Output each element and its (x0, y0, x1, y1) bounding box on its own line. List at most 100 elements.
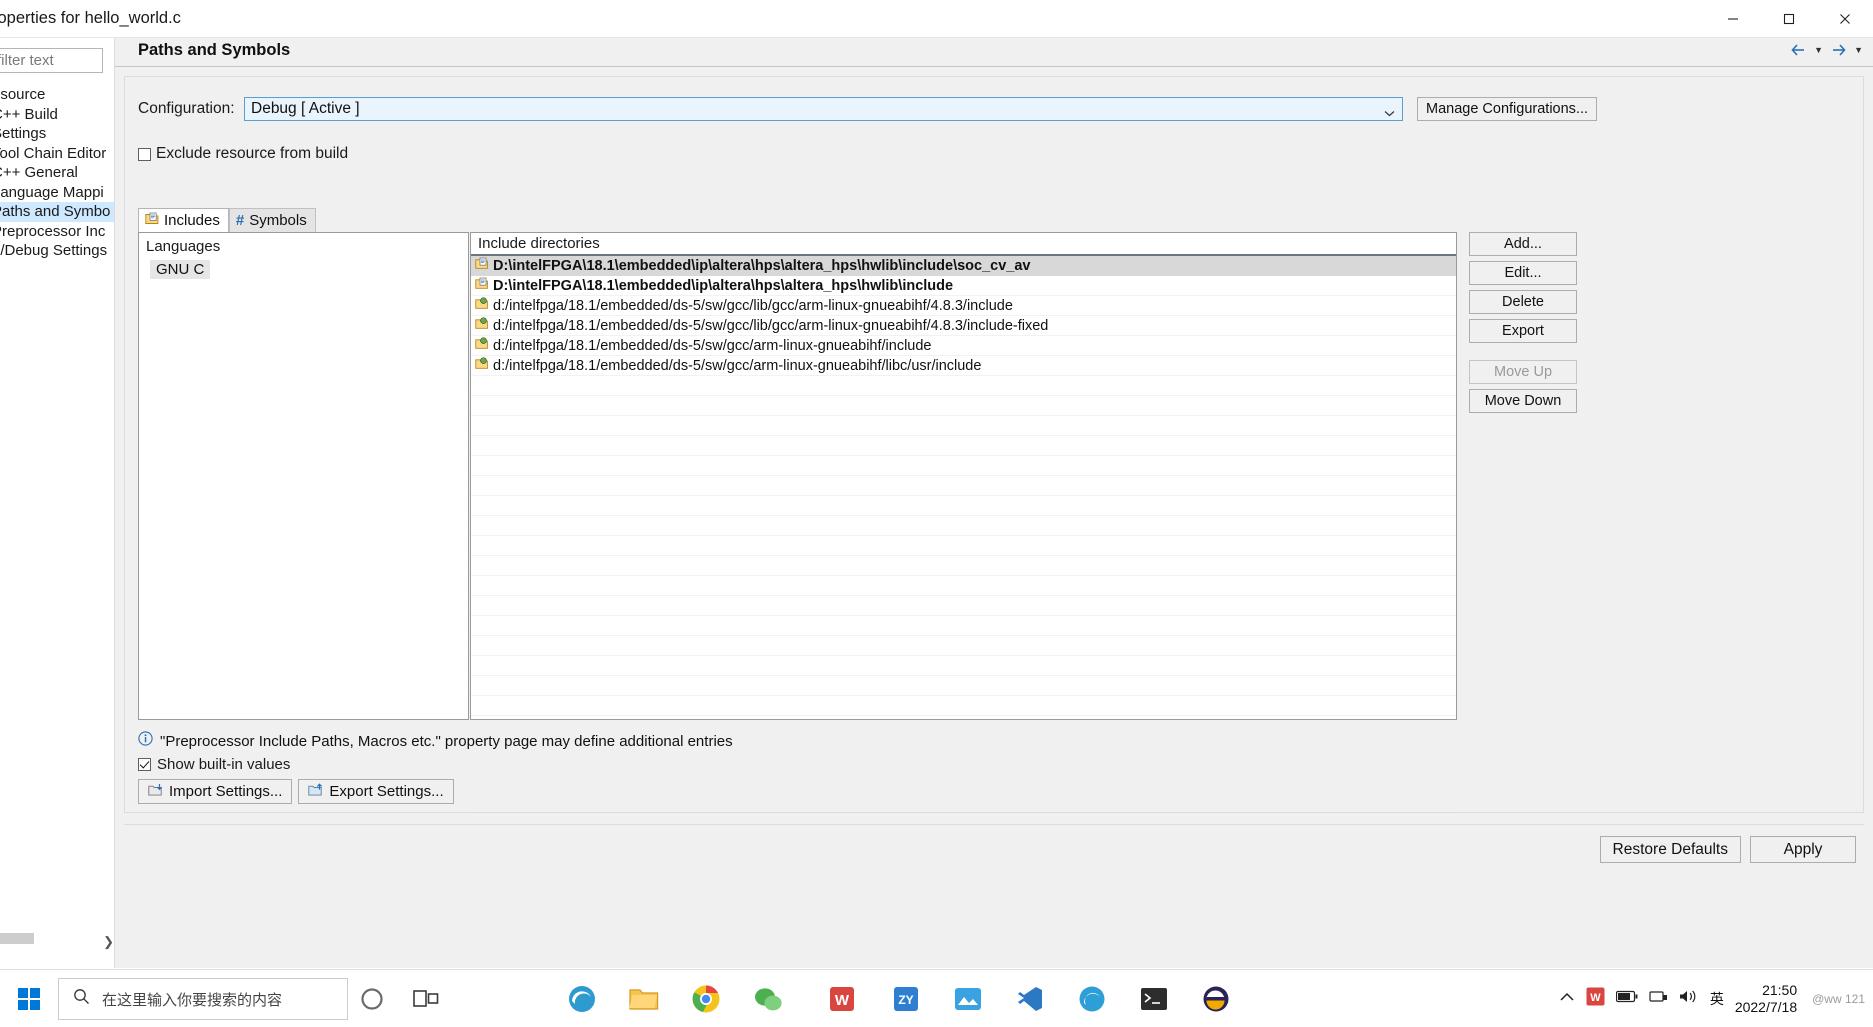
table-row[interactable]: d:/intelfpga/18.1/embedded/ds-5/sw/gcc/a… (471, 336, 1456, 356)
move-down-button[interactable]: Move Down (1469, 389, 1577, 413)
volume-tray-icon[interactable] (1679, 989, 1699, 1009)
table-row[interactable]: D:\intelFPGA\18.1\embedded\ip\altera\hps… (471, 276, 1456, 296)
sidebar-item-resource[interactable]: esource (0, 85, 125, 105)
dialog-footer-buttons: Restore Defaults Apply (1599, 836, 1856, 863)
window-titlebar: roperties for hello_world.c (0, 0, 1873, 38)
empty-row (471, 436, 1456, 456)
vscode-icon[interactable] (1008, 977, 1052, 1021)
tab-label: Symbols (249, 212, 307, 229)
sidebar-horizontal-scrollbar[interactable] (0, 931, 107, 946)
show-builtin-values-checkbox[interactable] (138, 758, 151, 771)
sidebar-item-label: Preprocessor Inc (0, 222, 106, 240)
maximize-button[interactable] (1761, 0, 1817, 38)
table-row[interactable]: d:/intelfpga/18.1/embedded/ds-5/sw/gcc/l… (471, 316, 1456, 336)
exclude-resource-checkbox[interactable] (138, 147, 151, 161)
chrome-icon[interactable] (684, 977, 728, 1021)
sidebar-item-cpp-general[interactable]: C++ General (0, 163, 125, 183)
table-row[interactable]: d:/intelfpga/18.1/embedded/ds-5/sw/gcc/l… (471, 296, 1456, 316)
empty-row (471, 476, 1456, 496)
folder-builtin-icon (475, 317, 489, 334)
add-button[interactable]: Add... (1469, 232, 1577, 256)
delete-button[interactable]: Delete (1469, 290, 1577, 314)
back-dropdown-caret-icon[interactable]: ▼ (1811, 45, 1826, 55)
restore-defaults-button[interactable]: Restore Defaults (1599, 836, 1741, 863)
show-builtin-values-row[interactable]: Show built-in values (138, 756, 290, 773)
import-icon (148, 783, 163, 801)
settings-tree: esource C++ Build Settings Tool Chain Ed… (0, 85, 125, 261)
table-row[interactable]: d:/intelfpga/18.1/embedded/ds-5/sw/gcc/a… (471, 356, 1456, 376)
network-tray-icon[interactable] (1649, 989, 1668, 1009)
eclipse-icon[interactable] (1194, 977, 1238, 1021)
forward-arrow-icon[interactable] (1829, 43, 1848, 57)
folder-include-icon (475, 257, 489, 274)
sidebar-item-cpp-build[interactable]: C++ Build (0, 105, 125, 125)
empty-row (471, 536, 1456, 556)
exclude-resource-label: Exclude resource from build (156, 145, 349, 162)
terminal-icon[interactable] (1132, 977, 1176, 1021)
info-icon (138, 731, 153, 751)
import-settings-button[interactable]: Import Settings... (138, 779, 293, 804)
sidebar-item-language-mappings[interactable]: Language Mappi (0, 183, 125, 203)
battery-tray-icon[interactable] (1615, 990, 1638, 1008)
media-app-icon[interactable] (946, 977, 990, 1021)
tray-expand-chevron-icon[interactable] (1559, 990, 1575, 1008)
export-button[interactable]: Export (1469, 319, 1577, 343)
settings-io-buttons: Import Settings... Export Settings... (138, 779, 454, 804)
wps-writer-icon[interactable]: W (820, 977, 864, 1021)
empty-row (471, 416, 1456, 436)
sidebar-item-preprocessor-include[interactable]: Preprocessor Inc (0, 222, 125, 242)
tab-includes[interactable]: Includes (138, 208, 229, 232)
empty-row (471, 556, 1456, 576)
tab-label: Includes (164, 212, 220, 229)
sidebar-item-paths-and-symbols[interactable]: Paths and Symbo (0, 202, 125, 222)
quartus-icon[interactable] (1070, 977, 1114, 1021)
info-note-text: "Preprocessor Include Paths, Macros etc.… (160, 732, 733, 750)
cortana-icon[interactable] (350, 977, 394, 1021)
empty-row (471, 696, 1456, 716)
start-button[interactable] (8, 978, 50, 1020)
clock-time: 21:50 (1762, 981, 1798, 998)
scroll-right-arrow-icon[interactable]: ❯ (103, 934, 114, 950)
edge-icon[interactable] (560, 977, 604, 1021)
configuration-dropdown[interactable]: Debug [ Active ] (244, 97, 1403, 121)
sidebar-item-tool-chain-editor[interactable]: Tool Chain Editor (0, 144, 125, 164)
edit-button[interactable]: Edit... (1469, 261, 1577, 285)
footer-divider (124, 824, 1864, 825)
wechat-dev-icon[interactable] (746, 977, 790, 1021)
zy-player-icon[interactable]: ZY (884, 977, 928, 1021)
sidebar-item-label: C++ General (0, 164, 78, 181)
taskbar-clock[interactable]: 21:50 2022/7/18 (1735, 982, 1797, 1017)
apply-button[interactable]: Apply (1750, 836, 1856, 863)
forward-dropdown-caret-icon[interactable]: ▼ (1851, 45, 1866, 55)
ime-indicator[interactable]: 英 (1710, 989, 1724, 1009)
taskview-icon[interactable] (400, 977, 452, 1021)
wps-tray-icon[interactable]: W (1586, 987, 1605, 1011)
export-settings-label: Export Settings... (329, 783, 444, 800)
sidebar-item-run-debug-settings[interactable]: n/Debug Settings (0, 241, 125, 261)
exclude-resource-row[interactable]: Exclude resource from build (138, 145, 348, 163)
include-path-text: d:/intelfpga/18.1/embedded/ds-5/sw/gcc/l… (493, 317, 1049, 334)
scrollbar-thumb[interactable] (0, 933, 34, 944)
empty-row (471, 636, 1456, 656)
sidebar-item-settings[interactable]: Settings (0, 124, 125, 144)
export-settings-button[interactable]: Export Settings... (298, 779, 454, 804)
back-arrow-icon[interactable] (1789, 43, 1808, 57)
language-item-gnu-c[interactable]: GNU C (150, 260, 211, 279)
file-explorer-icon[interactable] (622, 977, 666, 1021)
include-directories-panel: Include directories D:\intelFPGA\18.1\em… (470, 232, 1457, 836)
close-button[interactable] (1817, 0, 1873, 38)
minimize-button[interactable] (1705, 0, 1761, 38)
show-builtin-values-label: Show built-in values (157, 756, 291, 773)
include-path-text: D:\intelFPGA\18.1\embedded\ip\altera\hps… (493, 257, 1031, 274)
manage-configurations-button[interactable]: Manage Configurations... (1417, 97, 1598, 121)
empty-row (471, 516, 1456, 536)
filter-input[interactable]: filter text (0, 48, 103, 73)
sidebar-item-label: Tool Chain Editor (0, 144, 107, 162)
empty-row (471, 376, 1456, 396)
sidebar-item-label: C++ Build (0, 105, 58, 123)
export-icon (308, 782, 323, 801)
taskbar-search-box[interactable]: 在这里输入你要搜索的内容 (58, 978, 348, 1020)
tab-symbols[interactable]: # Symbols (228, 208, 316, 232)
include-path-text: d:/intelfpga/18.1/embedded/ds-5/sw/gcc/a… (493, 357, 982, 374)
table-row[interactable]: D:\intelFPGA\18.1\embedded\ip\altera\hps… (471, 256, 1456, 276)
